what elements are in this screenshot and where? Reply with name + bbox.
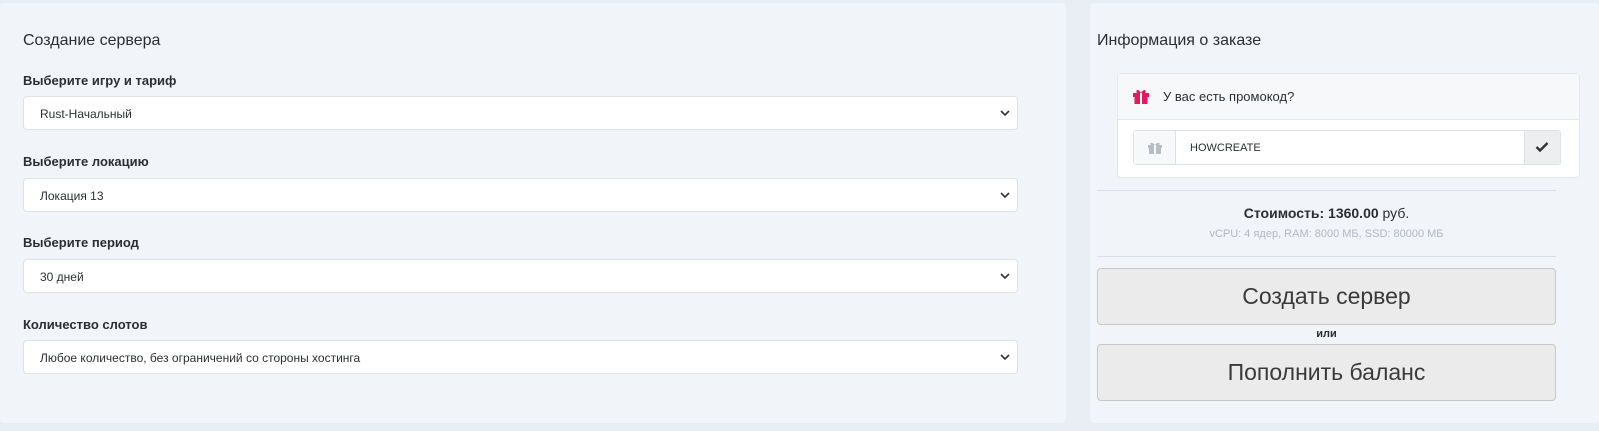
slots-value: Любое количество, без ограничений со сто… xyxy=(40,351,361,365)
promo-code-input[interactable] xyxy=(1176,131,1525,164)
create-server-button[interactable]: Создать сервер xyxy=(1097,268,1556,325)
topup-balance-button[interactable]: Пополнить баланс xyxy=(1097,344,1556,401)
chevron-down-icon xyxy=(1000,110,1010,117)
gift-icon xyxy=(1148,142,1162,154)
server-create-title: Создание сервера xyxy=(23,32,161,49)
game-tariff-select[interactable]: Rust-Начальный xyxy=(23,96,1018,130)
location-select[interactable]: Локация 13 xyxy=(23,178,1018,212)
promo-header[interactable]: У вас есть промокод? xyxy=(1118,74,1579,120)
gift-icon xyxy=(1133,89,1149,104)
check-icon xyxy=(1535,142,1549,153)
cost-value: 1360.00 xyxy=(1328,205,1379,221)
cost-unit: руб. xyxy=(1382,205,1410,221)
promo-apply-button[interactable] xyxy=(1524,131,1560,164)
game-tariff-label: Выберите игру и тариф xyxy=(23,73,177,88)
promo-input-group xyxy=(1133,130,1561,165)
period-value: 30 дней xyxy=(40,270,84,284)
chevron-down-icon xyxy=(1000,354,1010,361)
slots-select[interactable]: Любое количество, без ограничений со сто… xyxy=(23,340,1018,374)
cost-line: Стоимость: 1360.00 руб. xyxy=(1097,205,1556,221)
period-label: Выберите период xyxy=(23,235,139,250)
divider xyxy=(1097,256,1556,257)
order-info-title: Информация о заказе xyxy=(1097,32,1262,49)
server-specs: vCPU: 4 ядер, RAM: 8000 МБ, SSD: 80000 М… xyxy=(1209,228,1444,240)
period-select[interactable]: 30 дней xyxy=(23,259,1018,293)
divider xyxy=(1097,190,1556,191)
promo-box: У вас есть промокод? xyxy=(1117,73,1580,178)
location-label: Выберите локацию xyxy=(23,154,149,169)
slots-label: Количество слотов xyxy=(23,317,148,332)
cost-label: Стоимость: xyxy=(1243,205,1325,221)
location-value: Локация 13 xyxy=(40,189,104,203)
or-separator: или xyxy=(1316,328,1337,340)
chevron-down-icon xyxy=(1000,192,1010,199)
chevron-down-icon xyxy=(1000,273,1010,280)
promo-addon xyxy=(1134,131,1176,164)
promo-question: У вас есть промокод? xyxy=(1163,89,1295,104)
game-tariff-value: Rust-Начальный xyxy=(40,107,132,121)
